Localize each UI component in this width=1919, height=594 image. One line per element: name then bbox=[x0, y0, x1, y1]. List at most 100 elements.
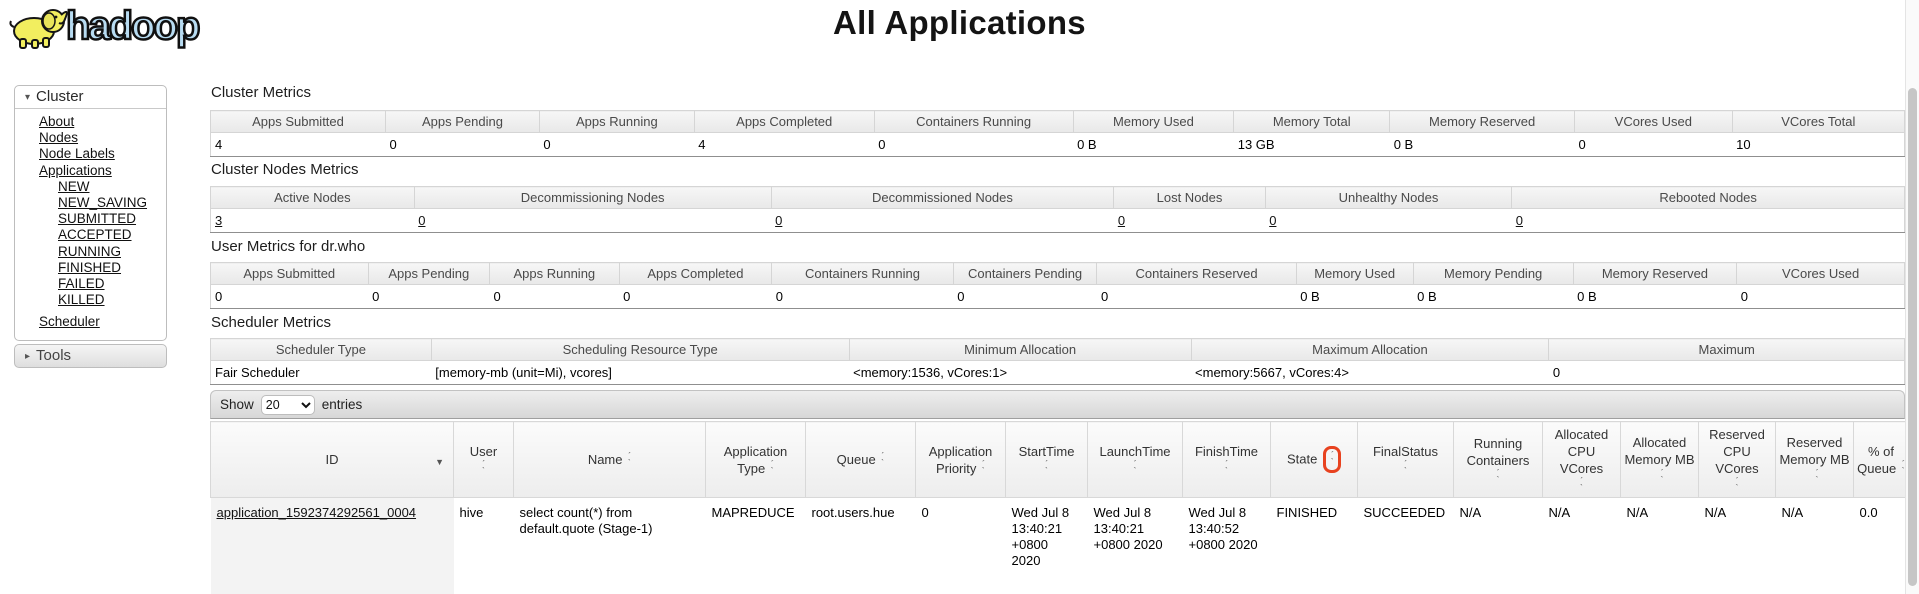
sidebar-item-state-new[interactable]: NEW bbox=[58, 179, 90, 195]
sort-descending-icon[interactable]: ▼ bbox=[435, 454, 444, 471]
sort-icon[interactable]: ˊˋ bbox=[1546, 477, 1617, 495]
sidebar-item-applications[interactable]: Applications bbox=[39, 163, 112, 179]
sort-icon[interactable]: ˊˋ bbox=[1186, 460, 1267, 478]
sidebar-item-state-finished[interactable]: FINISHED bbox=[58, 260, 121, 276]
column-header-application-type[interactable]: Application Type ˊ ˋ bbox=[705, 421, 806, 498]
vertical-scrollbar[interactable] bbox=[1905, 0, 1919, 594]
sidebar-item-state-killed[interactable]: KILLED bbox=[58, 292, 105, 308]
application-row: application_1592374292561_0004 hive sele… bbox=[210, 497, 1909, 594]
column-header: Apps Submitted bbox=[210, 262, 369, 285]
sidebar-item-state-new-saving[interactable]: NEW_SAVING bbox=[58, 195, 147, 211]
column-header-allocated-cpu-vcores[interactable]: Allocated CPU VCores ˊ ˋ bbox=[1542, 421, 1621, 498]
table-row: 0 0 0 0 0 0 0 0 B 0 B 0 B 0 bbox=[210, 284, 1905, 309]
metric-value: 10 bbox=[1732, 132, 1905, 157]
metric-value: 0 bbox=[771, 284, 954, 309]
cluster-metrics-table-wrap: Apps Submitted Apps Pending Apps Running… bbox=[210, 110, 1905, 157]
metric-value: 0 B bbox=[1073, 132, 1234, 157]
column-header-finalstatus[interactable]: FinalStatus ˊ ˋ bbox=[1357, 421, 1454, 498]
column-header-queue[interactable]: Queue ˊ ˋ bbox=[805, 421, 916, 498]
sort-icon[interactable]: ˊˋ bbox=[1330, 451, 1334, 469]
column-header: Memory Used bbox=[1072, 110, 1235, 133]
sort-icon[interactable]: ˊˋ bbox=[1815, 468, 1819, 486]
unhealthy-nodes-link[interactable]: 0 bbox=[1269, 213, 1276, 228]
lost-nodes-link[interactable]: 0 bbox=[1118, 213, 1125, 228]
scheduler-metrics-table: Scheduler Type Scheduling Resource Type … bbox=[210, 338, 1905, 385]
decommissioning-nodes-link[interactable]: 0 bbox=[418, 213, 425, 228]
app-reserved-memory-cell: N/A bbox=[1781, 505, 1804, 520]
sort-icon[interactable]: ˊˋ bbox=[770, 460, 774, 478]
app-launchtime-cell: Wed Jul 8 13:40:21 +0800 2020 bbox=[1093, 505, 1163, 552]
column-header-name[interactable]: Name ˊ ˋ bbox=[513, 421, 706, 498]
column-header: VCores Used bbox=[1736, 262, 1905, 285]
metric-value: 0 bbox=[539, 132, 695, 157]
column-header: Scheduling Resource Type bbox=[430, 338, 850, 361]
app-starttime-cell: Wed Jul 8 13:40:21 +0800 2020 bbox=[1011, 505, 1070, 568]
sidebar-tools-header[interactable]: ▸ Tools bbox=[14, 344, 167, 368]
sort-icon[interactable]: ˊˋ bbox=[1457, 468, 1539, 486]
column-header-allocated-memory-mb[interactable]: Allocated Memory MB ˊ ˋ bbox=[1620, 421, 1699, 498]
column-header-finishtime[interactable]: FinishTime ˊ ˋ bbox=[1182, 421, 1271, 498]
rebooted-nodes-link[interactable]: 0 bbox=[1516, 213, 1523, 228]
page-title: All Applications bbox=[833, 4, 1086, 41]
sort-icon[interactable]: ˊˋ bbox=[881, 451, 885, 469]
scheduler-metrics-heading: Scheduler Metrics bbox=[211, 314, 332, 331]
column-label: Allocated Memory MB bbox=[1624, 435, 1695, 467]
app-id-cell: application_1592374292561_0004 bbox=[210, 497, 454, 594]
column-label: ID bbox=[325, 452, 339, 467]
column-header: Apps Pending bbox=[367, 262, 491, 285]
column-header-id[interactable]: ID ▼ bbox=[210, 421, 454, 498]
column-header-running-containers[interactable]: Running Containers ˊ ˋ bbox=[1453, 421, 1543, 498]
column-header: Rebooted Nodes bbox=[1511, 186, 1905, 209]
application-id-link[interactable]: application_1592374292561_0004 bbox=[217, 505, 417, 520]
column-header-user[interactable]: User ˊ ˋ bbox=[453, 421, 514, 498]
active-nodes-link[interactable]: 3 bbox=[215, 213, 222, 228]
metric-value: 0 bbox=[1574, 132, 1733, 157]
table-row: 4 0 0 4 0 0 B 13 GB 0 B 0 10 bbox=[210, 132, 1905, 157]
column-header-launchtime[interactable]: LaunchTime ˊ ˋ bbox=[1087, 421, 1183, 498]
sort-icon[interactable]: ˊˋ bbox=[1702, 477, 1772, 495]
metric-value: 4 bbox=[210, 132, 386, 157]
metric-value: 0 B bbox=[1573, 284, 1737, 309]
sidebar-item-state-failed[interactable]: FAILED bbox=[58, 276, 105, 292]
column-label: Running Containers bbox=[1466, 435, 1530, 468]
sidebar-item-scheduler[interactable]: Scheduler bbox=[39, 314, 100, 330]
metric-value: 0 bbox=[489, 284, 620, 309]
entries-label: entries bbox=[321, 397, 363, 412]
metric-value: 0 B bbox=[1296, 284, 1414, 309]
sidebar-item-node-labels[interactable]: Node Labels bbox=[39, 146, 115, 162]
scrollbar-thumb[interactable] bbox=[1908, 88, 1917, 586]
app-allocated-memory-cell: N/A bbox=[1626, 505, 1649, 520]
page-size-select[interactable]: 20 bbox=[260, 394, 315, 415]
sidebar-item-about[interactable]: About bbox=[39, 114, 74, 130]
scheduler-metrics-table-wrap: Scheduler Type Scheduling Resource Type … bbox=[210, 338, 1905, 385]
app-reserved-cpu-cell: N/A bbox=[1704, 505, 1727, 520]
app-queue-cell: root.users.hue bbox=[811, 505, 895, 520]
sidebar-cluster-header[interactable]: ▾ Cluster bbox=[15, 86, 166, 109]
yarn-all-applications-page: hadoop All Applications ▾ Cluster About N… bbox=[0, 0, 1919, 594]
sort-icon[interactable]: ˊˋ bbox=[457, 460, 510, 478]
user-metrics-table: Apps Submitted Apps Pending Apps Running… bbox=[210, 262, 1905, 309]
maximum-allocation-value: <memory:5667, vCores:4> bbox=[1191, 360, 1549, 385]
sidebar-item-state-submitted[interactable]: SUBMITTED bbox=[58, 211, 136, 227]
sort-icon[interactable]: ˊˋ bbox=[628, 451, 632, 469]
sidebar-cluster-panel: ▾ Cluster About Nodes Node Labels Applica… bbox=[14, 85, 167, 341]
decommissioned-nodes-link[interactable]: 0 bbox=[775, 213, 782, 228]
column-header-reserved-memory-mb[interactable]: Reserved Memory MB ˊ ˋ bbox=[1775, 421, 1854, 498]
column-header-reserved-cpu-vcores[interactable]: Reserved CPU VCores ˊ ˋ bbox=[1698, 421, 1776, 498]
column-label: User bbox=[469, 444, 498, 459]
sort-icon[interactable]: ˊˋ bbox=[1009, 460, 1084, 478]
column-header-state[interactable]: State ˊ ˋ bbox=[1270, 421, 1358, 498]
column-header-pct-of-queue[interactable]: % of Queue ˊ ˋ bbox=[1853, 421, 1909, 498]
sidebar-item-state-accepted[interactable]: ACCEPTED bbox=[58, 227, 132, 243]
column-header-starttime[interactable]: StartTime ˊ ˋ bbox=[1005, 421, 1088, 498]
sidebar-item-nodes[interactable]: Nodes bbox=[39, 130, 78, 146]
column-header: Apps Pending bbox=[385, 110, 540, 133]
sidebar-item-state-running[interactable]: RUNNING bbox=[58, 244, 121, 260]
sort-icon[interactable]: ˊˋ bbox=[1361, 460, 1450, 478]
sort-icon[interactable]: ˊˋ bbox=[1091, 460, 1179, 478]
app-finalstatus-cell: SUCCEEDED bbox=[1363, 505, 1446, 520]
sort-icon[interactable]: ˊˋ bbox=[981, 460, 985, 478]
applications-table: ID ▼ User ˊ ˋ Name ˊ ˋ Application Type ˊ ˋ Qu… bbox=[210, 421, 1909, 594]
column-header-application-priority[interactable]: Application Priority ˊ ˋ bbox=[915, 421, 1006, 498]
sort-icon[interactable]: ˊˋ bbox=[1660, 468, 1664, 486]
